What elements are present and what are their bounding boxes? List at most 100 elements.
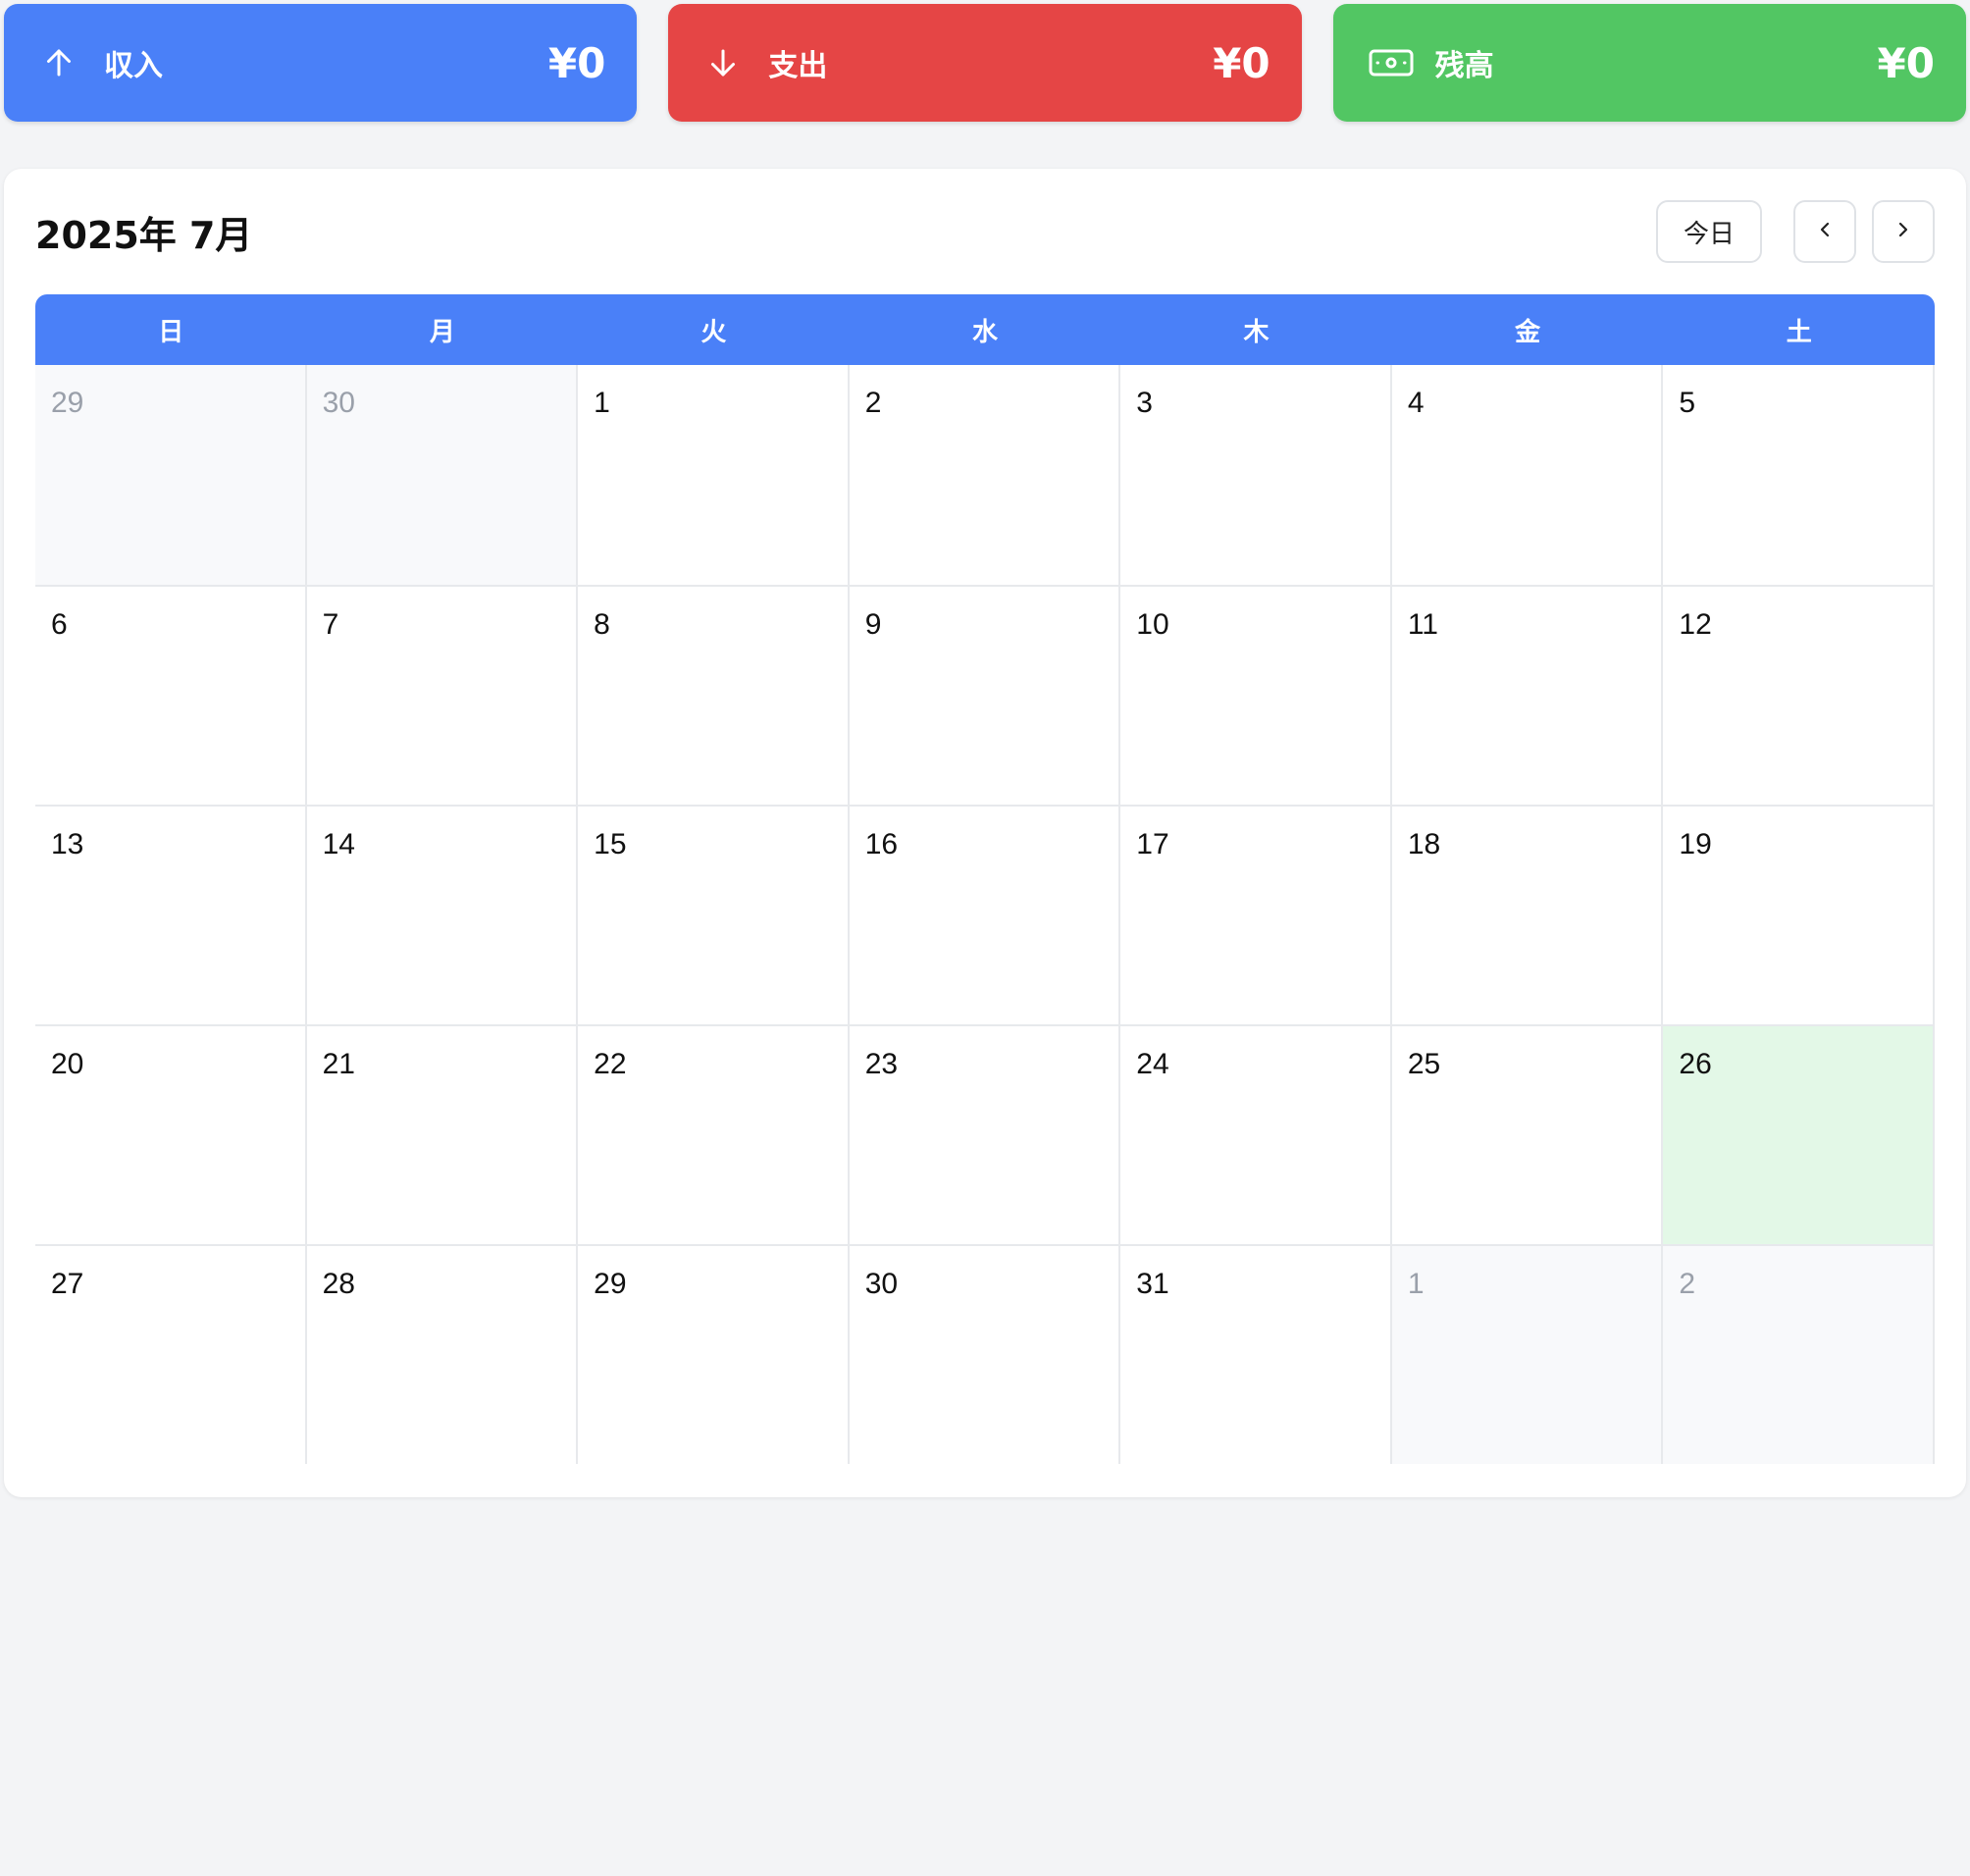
income-card: 収入 ¥0 bbox=[4, 4, 638, 122]
income-amount: ¥0 bbox=[547, 38, 606, 87]
day-number: 18 bbox=[1407, 828, 1441, 860]
day-number: 17 bbox=[1136, 828, 1169, 860]
weekday-label: 土 bbox=[1786, 317, 1812, 347]
day-number: 11 bbox=[1407, 608, 1438, 641]
day-number: 31 bbox=[1136, 1268, 1169, 1300]
balance-label: 残高 bbox=[1434, 49, 1494, 83]
day-number: 29 bbox=[51, 387, 84, 419]
day-number: 21 bbox=[322, 1048, 355, 1080]
calendar-day[interactable]: 21 bbox=[306, 1024, 579, 1244]
calendar-day[interactable]: 17 bbox=[1120, 805, 1392, 1024]
today-button[interactable]: 今日 bbox=[1656, 200, 1762, 263]
calendar-day[interactable]: 12 bbox=[1663, 585, 1935, 805]
calendar-day[interactable]: 29 bbox=[578, 1244, 850, 1464]
calendar-day-today[interactable]: 26 bbox=[1663, 1024, 1935, 1244]
day-number: 30 bbox=[322, 387, 355, 419]
calendar-day[interactable]: 22 bbox=[578, 1024, 850, 1244]
day-number: 2 bbox=[1679, 1268, 1696, 1300]
day-number: 4 bbox=[1407, 387, 1425, 419]
prev-month-button[interactable] bbox=[1793, 200, 1856, 263]
calendar-day[interactable]: 3 bbox=[1120, 365, 1392, 585]
day-number: 2 bbox=[864, 387, 882, 419]
calendar-day[interactable]: 13 bbox=[35, 805, 307, 1024]
day-number: 12 bbox=[1679, 608, 1712, 641]
day-number: 26 bbox=[1679, 1048, 1712, 1080]
day-number: 23 bbox=[864, 1048, 899, 1080]
calendar-day[interactable]: 11 bbox=[1391, 585, 1664, 805]
banknote-icon bbox=[1369, 43, 1414, 82]
calendar-day[interactable]: 5 bbox=[1663, 365, 1935, 585]
weekday-header: 日月火水木金土 bbox=[35, 294, 1935, 365]
calendar-day[interactable]: 24 bbox=[1120, 1024, 1392, 1244]
day-number: 14 bbox=[322, 828, 355, 860]
day-number: 1 bbox=[1407, 1268, 1425, 1300]
calendar-day[interactable]: 16 bbox=[849, 805, 1121, 1024]
day-number: 19 bbox=[1679, 828, 1712, 860]
expense-amount: ¥0 bbox=[1213, 38, 1270, 87]
balance-card: 残高 ¥0 bbox=[1332, 4, 1966, 122]
calendar-day[interactable]: 2 bbox=[849, 365, 1121, 585]
calendar-day[interactable]: 9 bbox=[849, 585, 1121, 805]
expense-label: 支出 bbox=[768, 49, 828, 83]
calendar-panel: 2025年 7月 今日 日月火水木金土 29 30 1 2 3 4 5 6 7 8 9 10 11 12 1… bbox=[4, 169, 1966, 1497]
day-number: 9 bbox=[864, 608, 882, 641]
calendar-day[interactable]: 10 bbox=[1120, 585, 1392, 805]
calendar-day[interactable]: 30 bbox=[849, 1244, 1121, 1464]
day-number: 28 bbox=[322, 1268, 355, 1300]
expense-card: 支出 ¥0 bbox=[668, 4, 1302, 122]
weekday-label: 金 bbox=[1515, 317, 1541, 347]
day-number: 16 bbox=[864, 828, 899, 860]
chevron-right-icon bbox=[1892, 218, 1915, 245]
day-number: 30 bbox=[864, 1268, 899, 1300]
day-number: 22 bbox=[594, 1048, 627, 1080]
day-number: 24 bbox=[1136, 1048, 1169, 1080]
weekday-label: 火 bbox=[700, 317, 727, 347]
calendar-day[interactable]: 8 bbox=[578, 585, 850, 805]
day-number: 3 bbox=[1136, 387, 1153, 419]
calendar-day[interactable]: 4 bbox=[1391, 365, 1664, 585]
calendar-day[interactable]: 1 bbox=[578, 365, 850, 585]
next-month-button[interactable] bbox=[1872, 200, 1935, 263]
calendar-header: 2025年 7月 今日 bbox=[35, 200, 1935, 263]
calendar-day[interactable]: 19 bbox=[1663, 805, 1935, 1024]
arrow-down-icon bbox=[703, 43, 743, 82]
calendar-day[interactable]: 7 bbox=[306, 585, 579, 805]
calendar-day[interactable]: 30 bbox=[306, 365, 579, 585]
calendar-day[interactable]: 15 bbox=[578, 805, 850, 1024]
calendar-day[interactable]: 1 bbox=[1391, 1244, 1664, 1464]
arrow-up-icon bbox=[39, 43, 78, 82]
chevron-left-icon bbox=[1813, 218, 1837, 245]
day-number: 15 bbox=[594, 828, 627, 860]
calendar-day[interactable]: 27 bbox=[35, 1244, 307, 1464]
day-number: 1 bbox=[594, 387, 610, 419]
calendar-day[interactable]: 29 bbox=[35, 365, 307, 585]
calendar-day[interactable]: 23 bbox=[849, 1024, 1121, 1244]
day-number: 10 bbox=[1136, 608, 1169, 641]
calendar-day[interactable]: 14 bbox=[306, 805, 579, 1024]
day-number: 7 bbox=[322, 608, 339, 641]
weekday-label: 木 bbox=[1243, 317, 1270, 347]
day-number: 5 bbox=[1679, 387, 1696, 419]
income-label: 収入 bbox=[104, 49, 163, 83]
summary-row: 収入 ¥0 支出 ¥0 残高 ¥0 bbox=[4, 4, 1966, 122]
weekday-label: 月 bbox=[429, 317, 455, 347]
weekday-label: 日 bbox=[158, 317, 184, 347]
calendar-day[interactable]: 20 bbox=[35, 1024, 307, 1244]
calendar-day[interactable]: 31 bbox=[1120, 1244, 1392, 1464]
calendar-day[interactable]: 28 bbox=[306, 1244, 579, 1464]
balance-amount: ¥0 bbox=[1877, 38, 1935, 87]
calendar-day[interactable]: 2 bbox=[1663, 1244, 1935, 1464]
weekday-label: 水 bbox=[971, 317, 998, 347]
calendar-day[interactable]: 18 bbox=[1391, 805, 1664, 1024]
calendar-day[interactable]: 6 bbox=[35, 585, 307, 805]
day-number: 25 bbox=[1407, 1048, 1441, 1080]
calendar-grid: 29 30 1 2 3 4 5 6 7 8 9 10 11 12 13 14 15 16 17 18 19 20 21 22 2… bbox=[35, 365, 1935, 1464]
day-number: 27 bbox=[51, 1268, 84, 1300]
day-number: 20 bbox=[51, 1048, 84, 1080]
day-number: 8 bbox=[594, 608, 610, 641]
day-number: 6 bbox=[51, 608, 68, 641]
calendar-day[interactable]: 25 bbox=[1391, 1024, 1664, 1244]
day-number: 29 bbox=[594, 1268, 627, 1300]
calendar-title: 2025年 7月 bbox=[35, 213, 253, 257]
day-number: 13 bbox=[51, 828, 84, 860]
